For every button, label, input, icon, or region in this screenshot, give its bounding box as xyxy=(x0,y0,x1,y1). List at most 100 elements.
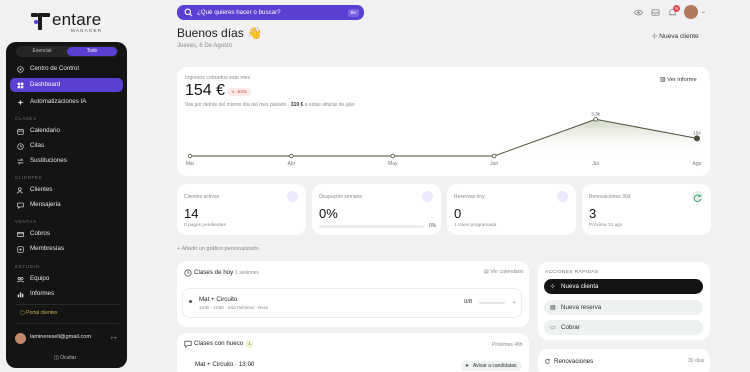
sidebar-item-automatizaciones[interactable]: Automatizaciones IA xyxy=(10,95,123,109)
sidebar-item-citas[interactable]: Citas xyxy=(10,139,123,153)
avatar xyxy=(15,333,26,344)
chart-point[interactable] xyxy=(694,135,701,142)
toggle-todo[interactable]: Todo xyxy=(67,47,117,56)
brand-name: entare xyxy=(52,10,102,29)
eye-icon[interactable] xyxy=(634,8,643,17)
team-icon xyxy=(17,276,24,282)
new-client-action-button[interactable]: ⊹ Nueva clienta xyxy=(544,279,703,294)
dashboard-icon xyxy=(17,82,24,88)
data-label: 154 xyxy=(693,130,701,135)
stat-value: 0 xyxy=(454,206,462,221)
new-client-button[interactable]: ⊹ Nueva cliente xyxy=(652,32,699,40)
notify-candidates-label: Avisar a candidatas xyxy=(473,363,517,369)
stat-value: 3 xyxy=(589,206,597,221)
classes-gap-card: Clases con hueco 1 Próximas 48h Mat + Ci… xyxy=(177,333,529,372)
gap-class-row[interactable]: Mat + Circuito · 13:00 xyxy=(195,361,254,368)
x-tick-label: Abr xyxy=(288,161,296,167)
stat-sub: 1 clase programada xyxy=(454,223,497,228)
sidebar-item-label: Centro de Control xyxy=(30,65,79,72)
add-chart-button[interactable]: + Añadir un gráfico personalizado xyxy=(177,246,259,252)
send-icon: ➤ xyxy=(465,363,470,369)
add-chart-label: Añadir un gráfico personalizado xyxy=(181,246,259,252)
stat-sub: Próxima 31 ago xyxy=(589,223,623,228)
sidebar-item-cobros[interactable]: Cobros xyxy=(10,227,123,241)
revenue-chart: Mar Abr May Jun Jul 3,3k Ago 154 xyxy=(186,111,702,167)
portal-link[interactable]: ▢ Portal clientes xyxy=(20,310,58,316)
revenue-label: Ingresos cobrados este mes xyxy=(185,75,251,81)
brand-logo[interactable]: entare MANAGER xyxy=(30,10,120,36)
user-plus-icon: ⊹ xyxy=(550,283,556,290)
revenue-subtitle-amount: 319 € xyxy=(290,102,304,108)
clock-icon xyxy=(17,142,24,150)
view-calendar-link[interactable]: ▤ Ver calendario xyxy=(484,269,524,275)
swap-icon xyxy=(17,157,24,165)
new-client-label: Nueva cliente xyxy=(659,33,699,40)
revenue-card: Mar Abr May Jun Jul 3,3k Ago 154 Ingresos cobra… xyxy=(177,67,710,176)
stat-card-reservas[interactable]: Reservas hoy 0 1 clase programada xyxy=(447,184,576,235)
collapse-sidebar-button[interactable]: ◫ Ocultar xyxy=(54,355,76,361)
stat-value: 14 xyxy=(184,206,199,221)
chevron-down-icon[interactable]: ⌄ xyxy=(512,298,517,305)
sparkle-icon xyxy=(17,98,24,106)
user-profile[interactable]: lamineresell@gmail.com ↦ xyxy=(15,332,119,346)
chart-point[interactable] xyxy=(593,117,598,122)
sidebar-item-calendario[interactable]: Calendario xyxy=(10,124,123,138)
stat-card-ocupacion[interactable]: Ocupación semana 0% 0% xyxy=(312,184,441,235)
user-avatar[interactable] xyxy=(684,5,698,19)
chart-point[interactable] xyxy=(289,153,294,159)
sidebar-item-sustituciones[interactable]: Sustituciones xyxy=(10,154,123,168)
sidebar: Esencial Todo Centro de Control Dashboar… xyxy=(6,42,127,368)
sidebar-item-centro-control[interactable]: Centro de Control xyxy=(10,62,123,76)
section-label-ventas: VENTAS xyxy=(15,219,37,224)
search-input[interactable]: ¿Qué quieres hacer o buscar? xyxy=(197,9,281,16)
action-label: Nueva clienta xyxy=(561,283,599,290)
message-icon xyxy=(17,202,24,209)
classes-gap-range: Próximas 48h xyxy=(492,342,523,348)
x-tick-label: Ago xyxy=(693,161,702,167)
notify-candidates-button[interactable]: ➤ Avisar a candidatas xyxy=(461,361,522,371)
toggle-esencial[interactable]: Esencial xyxy=(17,47,67,56)
x-tick-label: Jun xyxy=(490,161,498,167)
mode-toggle[interactable]: Esencial Todo xyxy=(16,46,118,57)
x-tick-label: May xyxy=(388,161,398,167)
stat-card-clientes[interactable]: Clientes activos 14 0 pagos pendientes xyxy=(177,184,306,235)
sidebar-item-membresias[interactable]: Membresías xyxy=(10,242,123,256)
class-occupancy: 0/8 xyxy=(464,299,473,305)
page-title: Buenos días 👋 xyxy=(177,26,262,40)
search-bar[interactable]: ¿Qué quieres hacer o buscar? ⌘K xyxy=(177,5,364,20)
compass-icon xyxy=(17,65,24,73)
brand-sub: MANAGER xyxy=(71,28,103,33)
view-calendar-label: Ver calendario xyxy=(490,269,524,275)
chart-point[interactable] xyxy=(187,153,193,159)
action-label: Nueva reserva xyxy=(561,304,602,311)
chart-point[interactable] xyxy=(492,153,497,159)
sidebar-item-mensajeria[interactable]: Mensajería xyxy=(10,198,123,212)
sidebar-item-clientes[interactable]: Clientes xyxy=(10,183,123,197)
clock-icon xyxy=(184,269,192,277)
class-title: Mat + Circuito xyxy=(199,296,238,303)
renewals-range: 30 días xyxy=(688,358,705,364)
notification-badge: 9 xyxy=(673,5,680,12)
inbox-icon[interactable] xyxy=(651,8,660,17)
stat-card-renovaciones[interactable]: Renovaciones 30d 3 Próxima 31 ago xyxy=(582,184,711,235)
revenue-value: 154 € xyxy=(185,82,226,99)
stat-label: Clientes activos xyxy=(184,194,220,200)
new-booking-action-button[interactable]: ▤ Nueva reserva xyxy=(544,300,703,315)
revenue-subtitle: Vas por detrás del mismo día del mes pas… xyxy=(185,102,354,108)
sidebar-item-equipo[interactable]: Equipo xyxy=(10,272,123,286)
view-report-label: Ver informe xyxy=(667,77,697,83)
data-label: 3,3k xyxy=(591,111,600,116)
chevron-down-icon[interactable]: ⌄ xyxy=(701,8,706,15)
chart-point[interactable] xyxy=(390,153,395,159)
sidebar-item-informes[interactable]: Informes xyxy=(10,287,123,301)
charge-action-button[interactable]: ▭ Cobrar xyxy=(544,320,703,335)
sidebar-divider xyxy=(15,304,119,305)
occupancy-progress xyxy=(319,225,424,228)
stat-value: 0% xyxy=(319,206,338,221)
revenue-subtitle-suffix: a estas alturas de julio xyxy=(303,102,355,108)
logout-icon[interactable]: ↦ xyxy=(111,334,117,342)
class-row[interactable]: Mat + Circuito 13:00 - 13:50 · Sala Refo… xyxy=(182,288,522,318)
view-report-link[interactable]: ▥ Ver informe xyxy=(660,77,697,83)
sidebar-item-dashboard[interactable]: Dashboard xyxy=(10,78,123,92)
quick-actions-title: ACCIONES RÁPIDAS xyxy=(545,269,599,274)
